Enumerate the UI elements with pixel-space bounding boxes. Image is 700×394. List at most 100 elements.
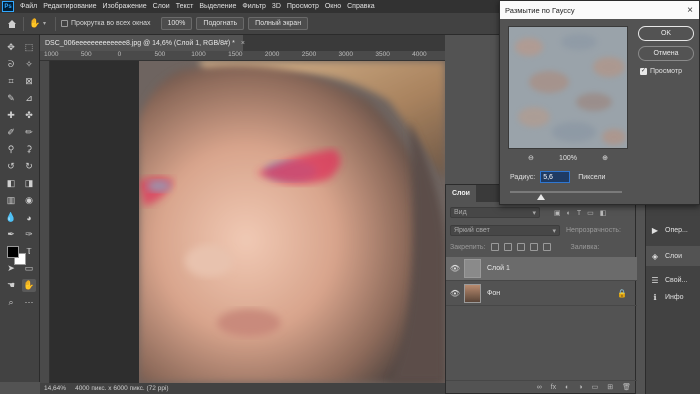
patch-tool-icon[interactable]: ✤: [22, 109, 36, 122]
dialog-title: Размытие по Гауссу: [505, 5, 575, 15]
background-eraser-tool-icon[interactable]: ◨: [22, 177, 36, 190]
info-icon: ℹ: [653, 292, 657, 302]
opacity-label: Непрозрачность:: [566, 227, 621, 234]
adjustment-icon[interactable]: ◑: [578, 384, 582, 391]
lock-transparent-icon[interactable]: [491, 243, 500, 251]
menu-edit[interactable]: Редактирование: [40, 3, 99, 10]
gaussian-blur-dialog: Размытие по Гауссу × ⊖ 100% ⊕ Радиус: 5,…: [499, 0, 700, 205]
layer-row[interactable]: 👁 Слой 1: [446, 257, 637, 281]
ruler-tool-icon[interactable]: ⊿: [22, 92, 36, 105]
menu-file[interactable]: Файл: [17, 3, 40, 10]
home-icon[interactable]: [6, 18, 18, 30]
dialog-title-bar[interactable]: Размытие по Гауссу ×: [500, 1, 699, 19]
lock-position-icon[interactable]: [517, 243, 526, 251]
hand-tool-icon[interactable]: ✋: [29, 18, 41, 30]
link-icon[interactable]: ∞: [537, 384, 542, 391]
tool-preset-chevron-icon[interactable]: ▾: [43, 20, 46, 27]
zoom-in-icon[interactable]: ⊕: [602, 154, 608, 162]
frame-tool-icon[interactable]: ⊠: [22, 75, 36, 88]
lock-icon: 🔒: [617, 289, 627, 298]
close-icon[interactable]: ×: [241, 40, 245, 47]
tools-panel: ✥ ⬚ ᘐ ✧ ⌗ ⊠ ✎ ⊿ ✚ ✤ ✐ ✏ ⚲ ⚳ ↺ ↻ ◧ ◨ ▥ ◉ …: [0, 35, 40, 382]
visibility-eye-icon[interactable]: 👁: [446, 289, 464, 298]
menu-window[interactable]: Окно: [322, 3, 344, 10]
menu-help[interactable]: Справка: [344, 3, 377, 10]
layers-icon: ◈: [651, 251, 659, 261]
radius-input[interactable]: 5,6: [540, 171, 571, 183]
filter-icons[interactable]: ▣◐T▭◧: [554, 209, 612, 217]
blur-tool-icon[interactable]: 💧: [4, 211, 18, 224]
document-canvas[interactable]: [50, 61, 445, 383]
kind-filter-select[interactable]: Вид ▾: [450, 207, 540, 218]
radius-slider-thumb[interactable]: [537, 194, 546, 200]
dock-item-layers[interactable]: ◈ Слои: [646, 246, 700, 266]
lasso-tool-icon[interactable]: ᘐ: [4, 58, 18, 71]
healing-brush-tool-icon[interactable]: ✚: [4, 109, 18, 122]
pencil-tool-icon[interactable]: ✏: [22, 126, 36, 139]
tab-layers[interactable]: Слои: [446, 185, 476, 202]
chevron-down-icon: ▾: [552, 227, 556, 235]
menu-select[interactable]: Выделение: [196, 3, 239, 10]
pattern-stamp-tool-icon[interactable]: ⚳: [22, 143, 36, 156]
fx-icon[interactable]: fx: [551, 384, 556, 391]
menu-filter[interactable]: Фильтр: [239, 3, 269, 10]
fullscreen-button[interactable]: Полный экран: [248, 17, 309, 30]
history-brush-tool-icon[interactable]: ↺: [4, 160, 18, 173]
move-tool-icon[interactable]: ✥: [4, 41, 18, 54]
dock-item-info[interactable]: ℹ Инфо: [646, 287, 700, 307]
document-tab[interactable]: DSC_006eeeeeeeeeeeee8.jpg @ 14,6% (Слой …: [40, 35, 245, 51]
new-layer-icon[interactable]: ⊞: [607, 383, 613, 391]
dock-item-actions[interactable]: ▶ Опер...: [646, 220, 700, 240]
radius-slider-track[interactable]: [510, 191, 622, 193]
group-icon[interactable]: ▭: [592, 383, 599, 391]
scroll-all-checkbox[interactable]: [61, 20, 69, 27]
edit-toolbar-icon[interactable]: ⋯: [22, 296, 36, 309]
menu-type[interactable]: Текст: [173, 3, 197, 10]
art-history-brush-tool-icon[interactable]: ↻: [22, 160, 36, 173]
blend-mode-select[interactable]: Яркий свет ▾: [450, 225, 560, 236]
cancel-button[interactable]: Отмена: [638, 46, 694, 61]
paint-bucket-tool-icon[interactable]: ◉: [22, 194, 36, 207]
menu-layers[interactable]: Слои: [150, 3, 173, 10]
layers-panel: Слои Вид ▾ ▣◐T▭◧ Яркий свет ▾ Непрозрачн…: [445, 184, 637, 394]
preview-checkbox[interactable]: ✓: [640, 68, 647, 75]
ruler-tick-label: 3000: [338, 51, 353, 58]
dodge-tool-icon[interactable]: ◕: [22, 211, 36, 224]
menu-3d[interactable]: 3D: [269, 3, 284, 10]
separator: [23, 16, 24, 31]
rotate-view-tool-icon[interactable]: ✋: [22, 279, 36, 292]
pen-tool-icon[interactable]: ✒: [4, 228, 18, 241]
fit-screen-button[interactable]: Подогнать: [196, 17, 245, 30]
eraser-tool-icon[interactable]: ◧: [4, 177, 18, 190]
hand-tool-icon[interactable]: ☚: [4, 279, 18, 292]
menu-image[interactable]: Изображение: [100, 3, 150, 10]
foreground-color-swatch[interactable]: [7, 246, 19, 258]
gradient-tool-icon[interactable]: ▥: [4, 194, 18, 207]
play-icon: ▶: [651, 225, 659, 235]
visibility-eye-icon[interactable]: 👁: [446, 264, 464, 273]
lock-all-icon[interactable]: [543, 243, 552, 251]
clone-stamp-tool-icon[interactable]: ⚲: [4, 143, 18, 156]
magic-wand-tool-icon[interactable]: ✧: [22, 58, 36, 71]
blur-preview[interactable]: [508, 26, 628, 149]
radius-units: Пиксели: [578, 173, 606, 181]
brush-tool-icon[interactable]: ✐: [4, 126, 18, 139]
lock-pixels-icon[interactable]: [504, 243, 513, 251]
zoom-tool-icon[interactable]: ⌕: [4, 296, 18, 309]
freeform-pen-tool-icon[interactable]: ✑: [22, 228, 36, 241]
ok-button[interactable]: OK: [638, 26, 694, 41]
lock-artboard-icon[interactable]: [530, 243, 539, 251]
fill-label: Заливка:: [570, 243, 600, 251]
marquee-tool-icon[interactable]: ⬚: [22, 41, 36, 54]
close-icon[interactable]: ×: [687, 5, 693, 16]
crop-tool-icon[interactable]: ⌗: [4, 75, 18, 88]
menu-view[interactable]: Просмотр: [284, 3, 322, 10]
ruler-tick-label: 3500: [375, 51, 390, 58]
trash-icon[interactable]: 🗑: [622, 383, 631, 391]
preview-checkbox-row[interactable]: ✓ Просмотр: [640, 68, 682, 75]
zoom-out-icon[interactable]: ⊖: [528, 154, 534, 162]
layer-row[interactable]: 👁 Фон 🔒: [446, 282, 637, 306]
mask-icon[interactable]: ◐: [565, 384, 569, 391]
zoom-100-button[interactable]: 100%: [160, 17, 193, 30]
eyedropper-tool-icon[interactable]: ✎: [4, 92, 18, 105]
